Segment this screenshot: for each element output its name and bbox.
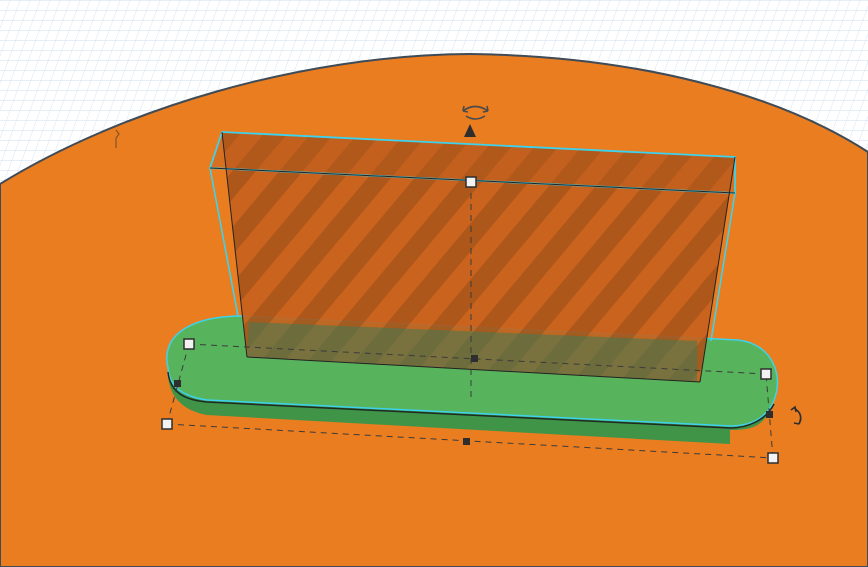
corner-handle-back-left[interactable]: [183, 338, 195, 350]
side-handle-left[interactable]: [174, 380, 181, 387]
corner-handle-front-left[interactable]: [161, 418, 173, 430]
3d-viewport[interactable]: [0, 0, 868, 567]
center-handle[interactable]: [471, 355, 478, 362]
side-handle-front[interactable]: [463, 438, 470, 445]
side-handle-right[interactable]: [766, 411, 773, 418]
hole-box[interactable]: [209, 131, 736, 383]
corner-handle-back-right[interactable]: [760, 368, 772, 380]
height-handle[interactable]: [465, 176, 477, 188]
workplane-scene[interactable]: [0, 0, 868, 567]
corner-handle-front-right[interactable]: [767, 452, 779, 464]
